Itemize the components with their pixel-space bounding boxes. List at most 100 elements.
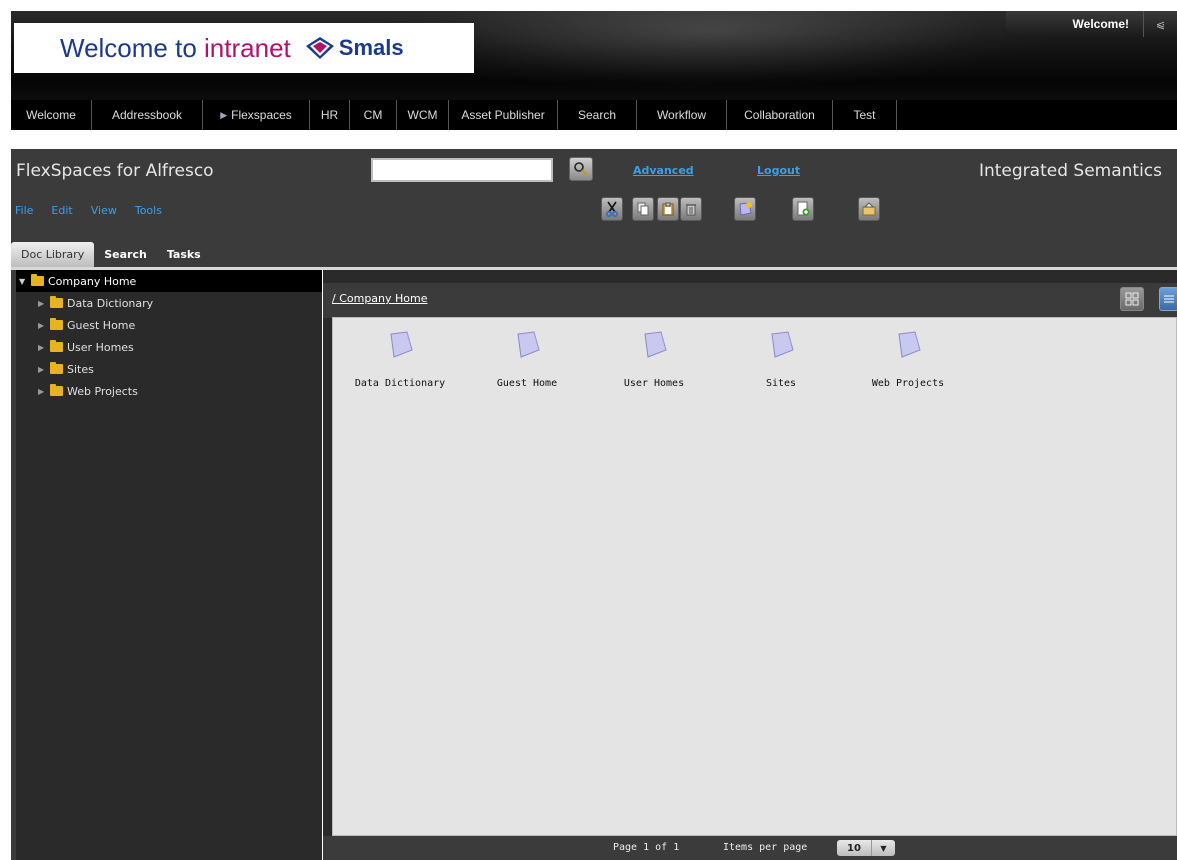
nav-item-asset-publisher[interactable]: Asset Publisher [449,100,558,130]
logo-prefix: Welcome to [60,32,197,63]
flexspaces-app: FlexSpaces for Alfresco Advanced Logout … [11,149,1177,860]
folder-icon [50,296,63,308]
new-space-icon [739,202,752,216]
user-menu-chevron-icon[interactable]: ⩿ [1143,11,1177,37]
space-label: Sites [765,378,797,389]
nav-label: HR [320,108,339,122]
space-icon [898,331,921,358]
new-space-button[interactable] [734,197,756,221]
smals-diamond-icon [305,36,335,60]
paste-button[interactable] [657,197,679,221]
upload-button[interactable] [858,197,880,221]
space-item-user-homes[interactable]: User Homes [599,330,709,389]
tree-node-label: Data Dictionary [67,296,154,310]
chevron-down-icon[interactable]: ▼ [871,840,895,856]
space-item-guest-home[interactable]: Guest Home [472,330,582,389]
collapsed-triangle-icon[interactable]: ▶ [38,387,50,396]
welcome-label[interactable]: Welcome! [1073,17,1129,31]
breadcrumb-bar: / Company Home [323,283,1177,318]
nav-item-cm[interactable]: CM [350,100,397,130]
nav-item-welcome[interactable]: Welcome [11,100,92,130]
logo-brand: Smals [338,35,404,60]
folder-icon [50,340,63,352]
icon-view-button[interactable] [1120,287,1144,311]
tab-tasks[interactable]: Tasks [157,242,211,267]
cut-icon [606,201,618,217]
brand-label: Integrated Semantics [978,161,1162,181]
paste-icon [662,202,674,216]
cut-button[interactable] [601,197,623,221]
collapsed-triangle-icon[interactable]: ▶ [38,321,50,330]
toolbar [11,197,1177,227]
tab-doc-library[interactable]: Doc Library [11,242,95,267]
upload-icon [862,202,876,216]
copy-button[interactable] [632,197,654,221]
collapsed-triangle-icon[interactable]: ▶ [38,299,50,308]
nav-item-flexspaces[interactable]: ▶ Flexspaces [203,100,310,130]
pager-bar: Page 1 of 1 Items per page 10 ▼ [323,836,1177,860]
nav-label: Search [577,108,617,122]
logo-accent: intranet [204,32,291,63]
space-label: Guest Home [496,378,558,389]
tree-node-user-homes[interactable]: ▶ User Homes [16,336,322,358]
tree-node-sites[interactable]: ▶ Sites [16,358,322,380]
nav-item-wcm[interactable]: WCM [397,100,449,130]
tree-node-data-dictionary[interactable]: ▶ Data Dictionary [16,292,322,314]
nav-label: Welcome [26,108,76,122]
space-item-data-dictionary[interactable]: Data Dictionary [345,330,455,389]
nav-item-hr[interactable]: HR [310,100,350,130]
list-view-button[interactable] [1159,287,1177,311]
tree-node-web-projects[interactable]: ▶ Web Projects [16,380,322,402]
nav-label: WCM [407,108,438,122]
new-document-button[interactable] [792,197,814,221]
space-item-sites[interactable]: Sites [726,330,836,389]
active-arrow-icon: ▶ [220,109,228,120]
delete-button[interactable] [680,197,702,221]
folder-icon [50,318,63,330]
folder-open-icon [31,274,44,286]
nav-label: Workflow [656,108,707,122]
items-per-page-value: 10 [847,842,861,854]
collapsed-triangle-icon[interactable]: ▶ [38,343,50,352]
folder-icon [50,362,63,374]
space-icon [517,331,540,358]
trash-icon [686,204,696,216]
nav-item-addressbook[interactable]: Addressbook [92,100,203,130]
breadcrumb[interactable]: / Company Home [332,292,428,305]
content-panel: / Company Home Data Dictionary Guest Hom… [323,270,1177,860]
space-label: Web Projects [871,378,945,389]
logo-text: Welcome to intranet [60,33,291,64]
logout-link[interactable]: Logout [757,164,800,177]
magnifier-icon [574,162,588,176]
tree-node-label: Company Home [48,274,137,288]
nav-label: Asset Publisher [461,108,545,122]
app-title: FlexSpaces for Alfresco [16,161,214,181]
collapsed-triangle-icon[interactable]: ▶ [38,365,50,374]
tab-bar: Doc Library Search Tasks [11,242,211,267]
tree-root-company-home[interactable]: ▼ Company Home [16,270,322,292]
nav-item-collaboration[interactable]: Collaboration [727,100,833,130]
nav-item-test[interactable]: Test [833,100,897,130]
page-info: Page 1 of 1 [613,842,680,853]
tree-node-label: Sites [67,362,94,376]
tree-node-guest-home[interactable]: ▶ Guest Home [16,314,322,336]
portal-nav: Welcome Addressbook ▶ Flexspaces HR CM WC… [11,100,1177,130]
nav-item-search[interactable]: Search [558,100,637,130]
items-per-page-label: Items per page [723,842,808,853]
nav-label: CM [363,108,383,122]
search-button[interactable] [569,157,593,181]
expanded-triangle-icon[interactable]: ▼ [19,277,31,286]
intranet-logo[interactable]: Welcome to intranet Smals [14,23,474,73]
tab-search[interactable]: Search [94,242,157,267]
nav-label: Flexspaces [231,108,292,122]
folder-icon [50,384,63,396]
space-label: Data Dictionary [354,378,446,389]
advanced-search-link[interactable]: Advanced [633,164,694,177]
copy-icon [637,202,649,216]
search-input[interactable] [371,158,553,182]
items-per-page-select[interactable]: 10 ▼ [837,840,895,856]
space-label: User Homes [623,378,685,389]
space-item-web-projects[interactable]: Web Projects [853,330,963,389]
space-icon [390,331,413,358]
nav-item-workflow[interactable]: Workflow [637,100,727,130]
